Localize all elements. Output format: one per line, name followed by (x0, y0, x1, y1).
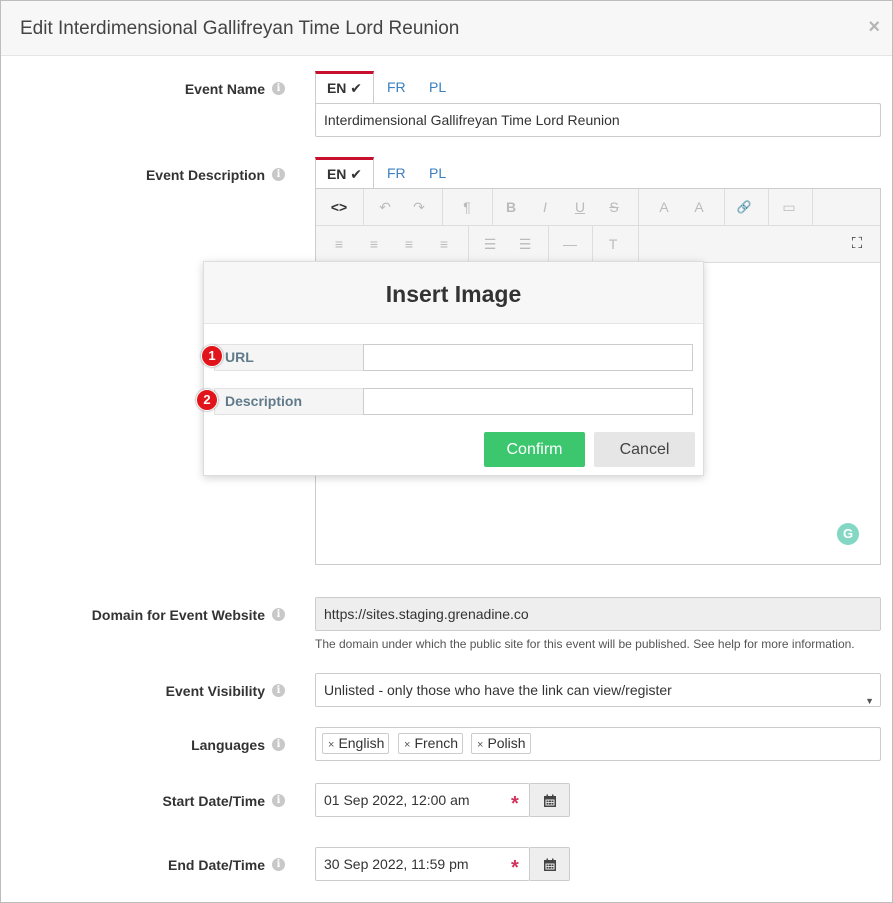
url-input[interactable] (363, 344, 693, 371)
close-icon[interactable]: × (868, 16, 880, 39)
bold-icon[interactable]: B (498, 189, 524, 225)
toolbar-divider (592, 226, 593, 262)
align-center-icon[interactable]: ≡ (361, 226, 387, 262)
numbered-list-icon[interactable]: ☰ (512, 226, 538, 262)
language-tag: × Polish (471, 733, 531, 754)
description-input[interactable] (363, 388, 693, 415)
info-icon[interactable]: i (272, 168, 285, 181)
check-icon: ✔ (350, 80, 363, 96)
modal-header: Edit Interdimensional Gallifreyan Time L… (1, 1, 892, 56)
editor-toolbar-row-2: ≡ ≡ ≡ ≡ ☰ ☰ — T ⛶ (316, 226, 880, 263)
italic-icon[interactable]: I (532, 189, 558, 225)
toolbar-divider (363, 189, 364, 225)
languages-multiselect[interactable]: × English × French × Polish (315, 727, 881, 761)
modal-title: Edit Interdimensional Gallifreyan Time L… (20, 18, 460, 39)
remove-tag-icon[interactable]: × (328, 739, 334, 751)
underline-icon[interactable]: U (567, 189, 593, 225)
calendar-icon (544, 794, 556, 807)
tab-en[interactable]: EN ✔ (315, 157, 374, 190)
event-name-label: Event Name (184, 81, 265, 97)
info-icon[interactable]: i (272, 738, 285, 751)
callout-badge-1: 1 (201, 345, 223, 367)
insert-image-header: Insert Image (204, 262, 703, 324)
remove-tag-icon[interactable]: × (404, 739, 410, 751)
event-description-label: Event Description (145, 167, 265, 183)
paragraph-icon[interactable]: ¶ (454, 189, 480, 225)
toolbar-divider (724, 189, 725, 225)
url-label: URL (214, 344, 364, 371)
bullet-list-icon[interactable]: ☰ (477, 226, 503, 262)
description-label: Description (214, 388, 364, 415)
align-justify-icon[interactable]: ≡ (431, 226, 457, 262)
horizontal-rule-icon[interactable]: — (557, 226, 583, 262)
undo-icon[interactable]: ↶ (372, 189, 398, 225)
editor-toolbar-row-1: <> ↶ ↷ ¶ B I U S A A 🔗 ▭ (316, 189, 880, 226)
toolbar-divider (812, 189, 813, 225)
visibility-value: Unlisted - only those who have the link … (324, 682, 672, 698)
end-datetime-input[interactable]: 30 Sep 2022, 11:59 pm * (315, 847, 530, 881)
language-tag: × French (398, 733, 464, 754)
end-calendar-button[interactable] (530, 847, 570, 881)
fullscreen-icon[interactable]: ⛶ (844, 226, 870, 262)
tab-fr[interactable]: FR (387, 71, 406, 104)
info-icon[interactable]: i (272, 684, 285, 697)
confirm-button[interactable]: Confirm (484, 432, 585, 467)
remove-tag-icon[interactable]: × (477, 739, 483, 751)
start-datetime-label: Start Date/Time (162, 793, 265, 809)
toolbar-divider (442, 189, 443, 225)
toolbar-divider (468, 226, 469, 262)
toolbar-divider (638, 189, 639, 225)
grammarly-icon[interactable]: G (837, 523, 859, 545)
toolbar-divider (548, 226, 549, 262)
toolbar-divider (638, 226, 639, 262)
tab-fr[interactable]: FR (387, 157, 406, 190)
strikethrough-icon[interactable]: S (601, 189, 627, 225)
edit-event-modal: Edit Interdimensional Gallifreyan Time L… (0, 0, 893, 903)
domain-label: Domain for Event Website (91, 607, 265, 623)
visibility-select[interactable]: Unlisted - only those who have the link … (315, 673, 881, 707)
tab-pl[interactable]: PL (429, 71, 446, 104)
end-datetime-label: End Date/Time (168, 857, 265, 873)
required-asterisk: * (511, 793, 519, 815)
toolbar-divider (768, 189, 769, 225)
align-left-icon[interactable]: ≡ (326, 226, 352, 262)
tab-en[interactable]: EN ✔ (315, 71, 374, 104)
info-icon[interactable]: i (272, 82, 285, 95)
align-right-icon[interactable]: ≡ (396, 226, 422, 262)
calendar-icon (544, 858, 556, 871)
info-icon[interactable]: i (272, 858, 285, 871)
link-icon[interactable]: 🔗 (730, 189, 758, 225)
visibility-label: Event Visibility (165, 683, 265, 699)
required-asterisk: * (511, 857, 519, 879)
insert-image-title: Insert Image (385, 281, 522, 307)
info-icon[interactable]: i (272, 794, 285, 807)
tab-pl[interactable]: PL (429, 157, 446, 190)
event-name-input[interactable]: Interdimensional Gallifreyan Time Lord R… (315, 103, 881, 137)
subscript-icon[interactable]: A (686, 189, 712, 225)
clear-format-icon[interactable]: T (600, 226, 626, 262)
domain-input[interactable]: https://sites.staging.grenadine.co (315, 597, 881, 631)
check-icon: ✔ (350, 166, 363, 182)
language-tag: × English (322, 733, 390, 754)
start-datetime-input[interactable]: 01 Sep 2022, 12:00 am * (315, 783, 530, 817)
insert-image-dialog: Insert Image URL Description 1 2 Confirm… (196, 261, 704, 476)
toolbar-divider (492, 189, 493, 225)
superscript-icon[interactable]: A (651, 189, 677, 225)
languages-label: Languages (191, 737, 265, 753)
code-view-icon[interactable]: <> (324, 189, 354, 225)
callout-badge-2: 2 (196, 389, 218, 411)
chevron-down-icon: ▼ (865, 696, 874, 706)
redo-icon[interactable]: ↷ (406, 189, 432, 225)
info-icon[interactable]: i (272, 608, 285, 621)
image-icon[interactable]: ▭ (776, 189, 802, 225)
cancel-button[interactable]: Cancel (594, 432, 695, 467)
domain-help-text: The domain under which the public site f… (315, 637, 855, 651)
start-calendar-button[interactable] (530, 783, 570, 817)
